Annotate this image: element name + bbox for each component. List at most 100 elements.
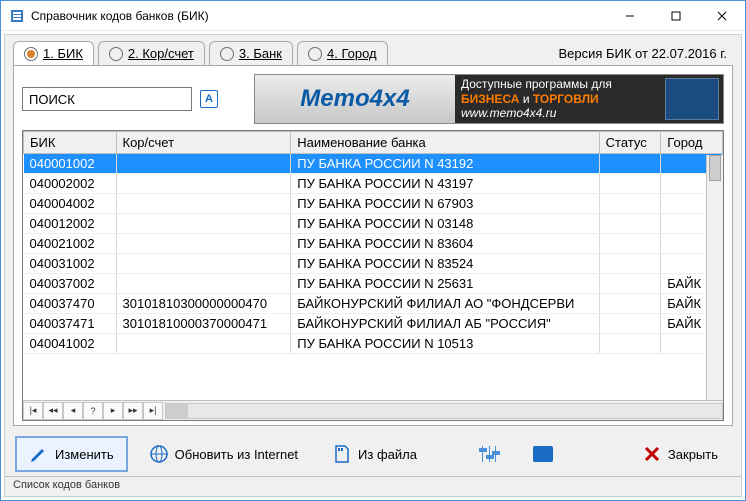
nav-help[interactable]: ? <box>83 402 103 420</box>
table-row[interactable]: 040002002 ПУ БАНКА РОССИИ N 43197 <box>24 174 723 194</box>
cell-name: ПУ БАНКА РОССИИ N 43197 <box>291 174 599 194</box>
cell-kor <box>116 254 291 274</box>
cell-kor <box>116 154 291 174</box>
col-header-name[interactable]: Наименование банка <box>291 132 599 154</box>
radio-icon <box>308 47 322 61</box>
tab-korschet[interactable]: 2. Кор/счет <box>98 41 205 65</box>
cell-name: БАЙКОНУРСКИЙ ФИЛИАЛ АБ "РОССИЯ" <box>291 314 599 334</box>
cell-status <box>599 334 661 354</box>
button-label: Изменить <box>55 447 114 462</box>
cell-bik: 040037002 <box>24 274 117 294</box>
cell-bik: 040041002 <box>24 334 117 354</box>
cell-name: ПУ БАНКА РОССИИ N 67903 <box>291 194 599 214</box>
tab-gorod[interactable]: 4. Город <box>297 41 388 65</box>
tab-label: 1. БИК <box>43 46 83 61</box>
nav-next-page[interactable]: ▸▸ <box>123 402 143 420</box>
cell-bik: 040012002 <box>24 214 117 234</box>
table-row[interactable]: 04003747030101810300000000470БАЙКОНУРСКИ… <box>24 294 723 314</box>
banner-logo: Memo4x4 <box>255 75 455 123</box>
nav-prev[interactable]: ◂ <box>63 402 83 420</box>
cell-kor <box>116 174 291 194</box>
cell-name: ПУ БАНКА РОССИИ N 83604 <box>291 234 599 254</box>
horizontal-scrollbar[interactable] <box>165 403 723 419</box>
vertical-scrollbar[interactable] <box>706 155 723 400</box>
col-header-kor[interactable]: Кор/счет <box>116 132 291 154</box>
search-input[interactable] <box>22 87 192 111</box>
cell-name: ПУ БАНКА РОССИИ N 03148 <box>291 214 599 234</box>
button-label: Закрыть <box>668 447 718 462</box>
tab-label: 4. Город <box>327 46 377 61</box>
cell-name: ПУ БАНКА РОССИИ N 43192 <box>291 154 599 174</box>
nav-last[interactable]: ▸| <box>143 402 163 420</box>
radio-icon <box>220 47 234 61</box>
cell-status <box>599 274 661 294</box>
tabs: 1. БИК 2. Кор/счет 3. Банк 4. Город <box>13 41 558 65</box>
cell-kor <box>116 274 291 294</box>
data-grid[interactable]: БИК Кор/счет Наименование банка Статус Г… <box>23 131 723 400</box>
col-header-city[interactable]: Город <box>661 132 723 154</box>
sliders-button[interactable] <box>466 437 512 471</box>
titlebar: Справочник кодов банков (БИК) <box>1 1 745 31</box>
cell-kor <box>116 334 291 354</box>
cell-bik: 040037471 <box>24 314 117 334</box>
nav-prev-page[interactable]: ◂◂ <box>43 402 63 420</box>
sd-card-icon <box>332 444 352 464</box>
table-row[interactable]: 040004002 ПУ БАНКА РОССИИ N 67903 <box>24 194 723 214</box>
banner-text: Доступные программы для БИЗНЕСА и ТОРГОВ… <box>455 75 665 122</box>
banner-image <box>665 78 719 120</box>
window-title: Справочник кодов банков (БИК) <box>31 9 607 23</box>
radio-icon <box>24 47 38 61</box>
cell-status <box>599 194 661 214</box>
table-row[interactable]: 040012002 ПУ БАНКА РОССИИ N 03148 <box>24 214 723 234</box>
record-navigator: |◂ ◂◂ ◂ ? ▸ ▸▸ ▸| <box>23 400 723 420</box>
cell-bik: 040001002 <box>24 154 117 174</box>
nav-next[interactable]: ▸ <box>103 402 123 420</box>
table-row[interactable]: 040031002ПУ БАНКА РОССИИ N 83524 <box>24 254 723 274</box>
col-header-bik[interactable]: БИК <box>24 132 117 154</box>
cell-status <box>599 214 661 234</box>
cell-name: ПУ БАНКА РОССИИ N 25631 <box>291 274 599 294</box>
table-row[interactable]: 040037002ПУ БАНКА РОССИИ N 25631БАЙК <box>24 274 723 294</box>
cell-status <box>599 154 661 174</box>
table-row[interactable]: 040041002 ПУ БАНКА РОССИИ N 10513 <box>24 334 723 354</box>
table-row[interactable]: 040001002 ПУ БАНКА РОССИИ N 43192 <box>24 154 723 174</box>
table-row[interactable]: 04003747130101810000370000471БАЙКОНУРСКИ… <box>24 314 723 334</box>
nav-first[interactable]: |◂ <box>23 402 43 420</box>
cell-kor <box>116 214 291 234</box>
button-label: Из файла <box>358 447 417 462</box>
cell-bik: 040021002 <box>24 234 117 254</box>
version-label: Версия БИК от 22.07.2016 г. <box>558 46 733 61</box>
cell-status <box>599 254 661 274</box>
globe-icon <box>149 444 169 464</box>
cell-bik: 040002002 <box>24 174 117 194</box>
cell-name: ПУ БАНКА РОССИИ N 10513 <box>291 334 599 354</box>
cell-name: ПУ БАНКА РОССИИ N 83524 <box>291 254 599 274</box>
maximize-button[interactable] <box>653 1 699 30</box>
close-icon <box>642 444 662 464</box>
close-window-button[interactable] <box>699 1 745 30</box>
table-row[interactable]: 040021002 ПУ БАНКА РОССИИ N 83604 <box>24 234 723 254</box>
chip-icon <box>533 444 553 464</box>
statusbar: Список кодов банков <box>5 476 741 496</box>
radio-icon <box>109 47 123 61</box>
lang-toggle-button[interactable]: А <box>200 90 218 108</box>
col-header-status[interactable]: Статус <box>599 132 661 154</box>
button-label: Обновить из Internet <box>175 447 298 462</box>
cell-bik: 040037470 <box>24 294 117 314</box>
edit-button[interactable]: Изменить <box>15 436 128 472</box>
tab-label: 2. Кор/счет <box>128 46 194 61</box>
minimize-button[interactable] <box>607 1 653 30</box>
cell-kor <box>116 194 291 214</box>
cell-status <box>599 294 661 314</box>
update-internet-button[interactable]: Обновить из Internet <box>136 437 311 471</box>
toolbar: Изменить Обновить из Internet Из файла З… <box>5 432 741 476</box>
from-file-button[interactable]: Из файла <box>319 437 430 471</box>
banner[interactable]: Memo4x4 Доступные программы для БИЗНЕСА … <box>254 74 724 124</box>
cell-bik: 040004002 <box>24 194 117 214</box>
cell-status <box>599 234 661 254</box>
close-button[interactable]: Закрыть <box>629 437 731 471</box>
chip-button[interactable] <box>520 437 566 471</box>
tab-label: 3. Банк <box>239 46 282 61</box>
tab-bank[interactable]: 3. Банк <box>209 41 293 65</box>
tab-bik[interactable]: 1. БИК <box>13 41 94 65</box>
